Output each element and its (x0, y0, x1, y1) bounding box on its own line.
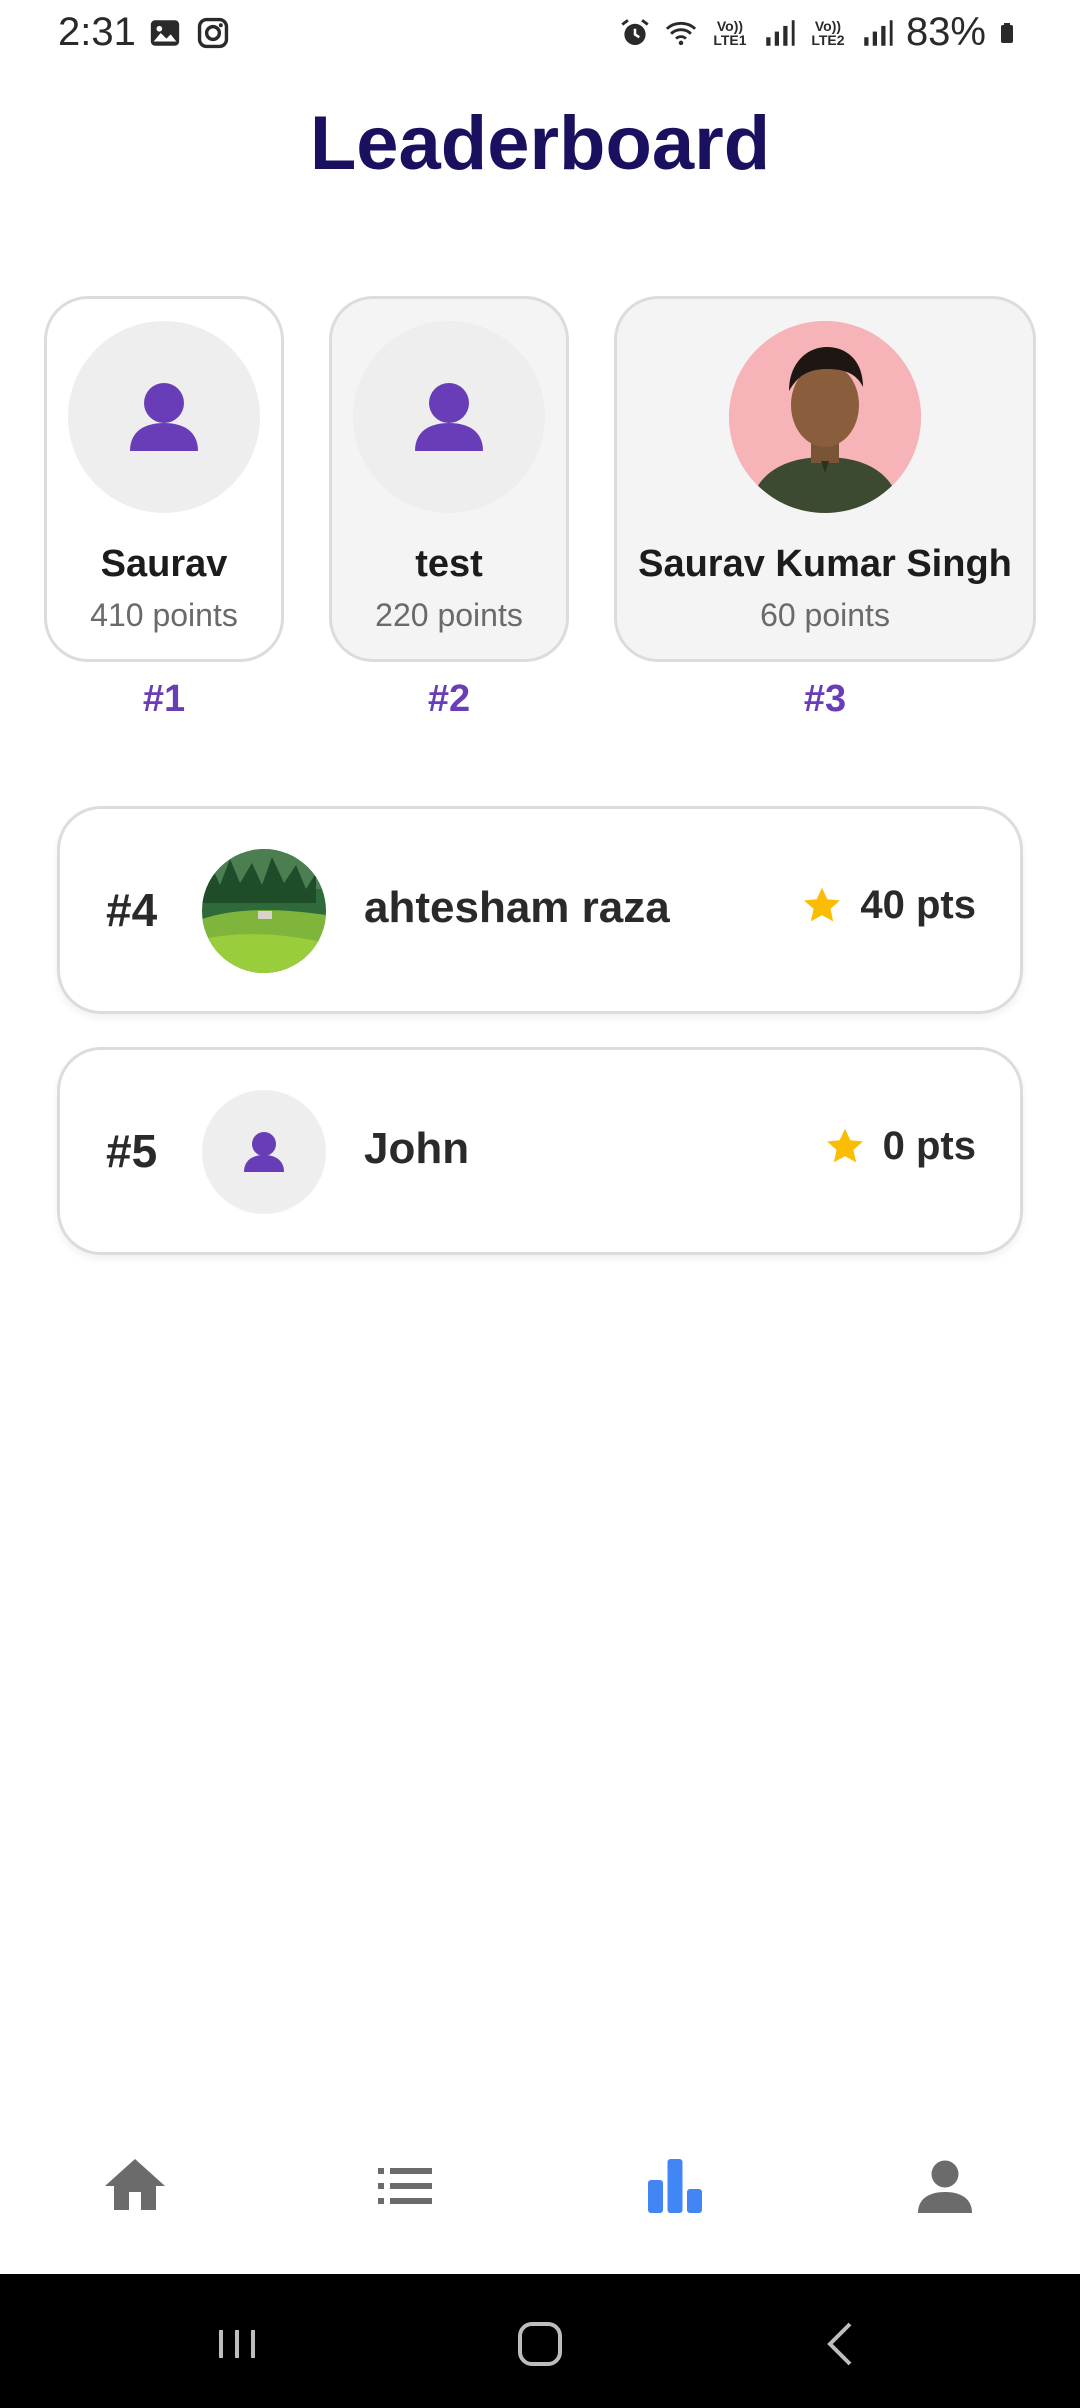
podium-rank-third: #3 (803, 678, 847, 720)
star-icon (826, 1128, 863, 1162)
row-points: 0 pts (882, 1124, 976, 1168)
podium-card-third[interactable]: Saurav Kumar Singh 60 points (614, 296, 1036, 662)
star-icon (804, 887, 841, 921)
row-rank: #4 (106, 884, 158, 936)
avatar (729, 321, 921, 513)
default-avatar-icon (130, 383, 198, 451)
home-icon (105, 2159, 165, 2210)
row-points: 40 pts (860, 883, 976, 927)
person-icon (918, 2160, 972, 2213)
back-button[interactable] (812, 2314, 872, 2374)
recent-apps-icon (219, 2330, 255, 2358)
recent-apps-button[interactable] (207, 2314, 267, 2374)
back-icon (827, 2322, 852, 2366)
status-time: 2:31 (58, 10, 136, 54)
alarm-icon (621, 18, 649, 45)
battery-percent: 83% (905, 10, 986, 54)
default-avatar-icon (244, 1132, 284, 1172)
row-score: 0 pts (823, 1124, 976, 1169)
nav-list[interactable] (365, 2146, 445, 2226)
podium-rank-second: #2 (427, 678, 471, 720)
row-rank: #5 (106, 1125, 158, 1177)
avatar (202, 1090, 326, 1214)
list-item[interactable]: #4 ahtesham raza 40 pts (57, 806, 1023, 1014)
podium-name: Saurav (100, 543, 228, 585)
signal-icon (766, 19, 795, 46)
instagram-icon (197, 17, 229, 49)
status-bar: 2:31 Vo)) LTE1 Vo)) LTE2 83% (0, 0, 1080, 70)
podium-name: Saurav Kumar Singh (638, 543, 1012, 585)
default-avatar-icon (415, 383, 483, 451)
avatar (353, 321, 545, 513)
battery-icon (1001, 22, 1013, 43)
profile-photo (729, 321, 921, 513)
status-left-icons (148, 16, 230, 50)
row-name: ahtesham raza (364, 883, 670, 932)
podium-name: test (415, 543, 483, 585)
gallery-icon (150, 20, 180, 46)
status-right-icons: Vo)) LTE1 Vo)) LTE2 83% (618, 10, 1022, 55)
podium-points: 410 points (90, 597, 238, 633)
podium-rank-first: #1 (142, 678, 186, 720)
bottom-nav (0, 2090, 1080, 2274)
sim2-label: Vo)) LTE2 (811, 17, 845, 48)
sim1-label: Vo)) LTE1 (713, 17, 747, 48)
list-icon (378, 2168, 432, 2204)
row-score: 40 pts (800, 883, 976, 928)
avatar (202, 849, 326, 973)
nav-home[interactable] (95, 2146, 175, 2226)
list-item[interactable]: #5 John 0 pts (57, 1047, 1023, 1255)
home-button[interactable] (510, 2314, 570, 2374)
landscape-photo (202, 849, 326, 973)
podium-card-second[interactable]: test 220 points (329, 296, 569, 662)
nav-profile[interactable] (905, 2146, 985, 2226)
podium-points: 60 points (760, 597, 890, 633)
system-nav-bar (0, 2274, 1080, 2408)
avatar (68, 321, 260, 513)
podium-points: 220 points (375, 597, 523, 633)
home-outline-icon (518, 2322, 562, 2366)
signal-icon (864, 19, 893, 46)
bar-chart-icon (648, 2159, 702, 2213)
nav-leaderboard[interactable] (635, 2146, 715, 2226)
wifi-icon (665, 21, 697, 45)
row-name: John (364, 1124, 470, 1173)
page-title: Leaderboard (309, 101, 771, 186)
podium-card-first[interactable]: Saurav 410 points (44, 296, 284, 662)
